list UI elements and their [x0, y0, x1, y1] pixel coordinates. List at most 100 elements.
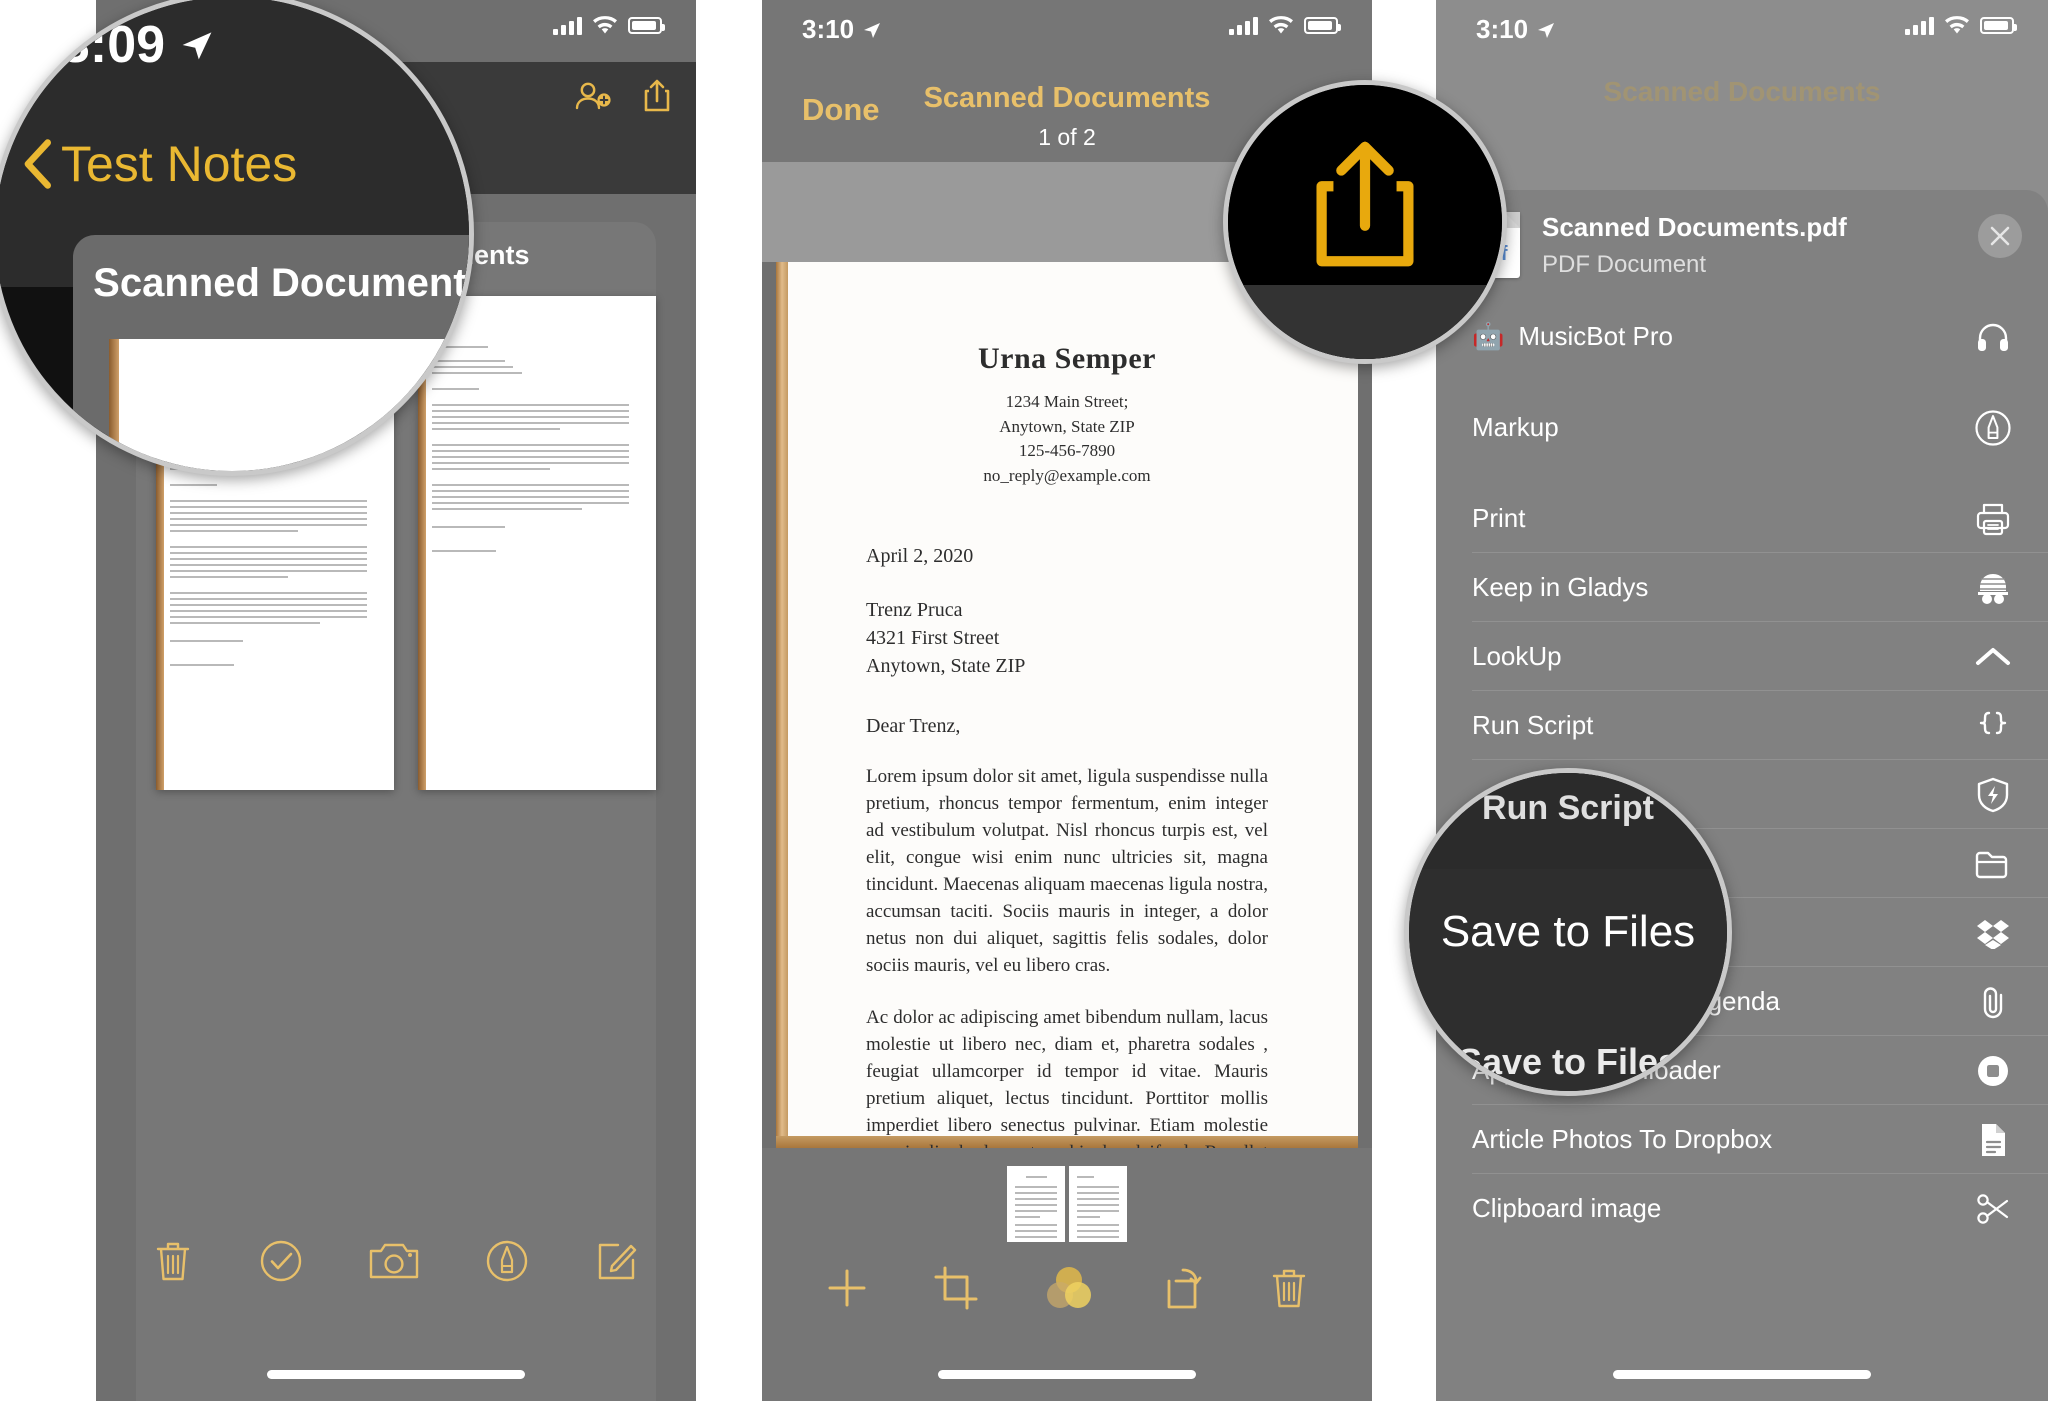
braces-icon: [1970, 703, 2016, 749]
share-icon[interactable]: [1305, 135, 1425, 277]
home-indicator: [1613, 1370, 1871, 1379]
address-line: Anytown, State ZIP: [866, 655, 1026, 678]
markup-pen-icon[interactable]: [484, 1238, 530, 1284]
share-row-label: Article Photos To Dropbox: [1472, 1124, 1773, 1154]
share-row-print[interactable]: Print: [1436, 484, 2048, 553]
magnified-ghost-row-top: Run Script: [1482, 789, 1654, 827]
filmstrip-page[interactable]: [1007, 1166, 1065, 1242]
status-indicators-1: [553, 16, 665, 35]
magnified-card: Scanned Documents: [73, 235, 469, 471]
share-row-label: MusicBot Pro: [1518, 321, 1673, 351]
headphones-icon: [1970, 314, 2016, 360]
battery-icon: [1980, 17, 2017, 34]
share-row-label: Keep in Gladys: [1472, 572, 1649, 602]
magnified-status-time: 3:09: [61, 15, 215, 75]
dimmed-nav-title: Scanned Documents: [1603, 76, 1881, 107]
share-row-label: Markup: [1472, 412, 1559, 442]
letter-paragraph: Lorem ipsum dolor sit amet, ligula suspe…: [866, 765, 1268, 976]
share-sheet-header: pdf Scanned Documents.pdf PDF Document: [1436, 190, 2048, 302]
document-icon: [1970, 1117, 2016, 1163]
magnified-save-to-files-label[interactable]: Save to Files: [1409, 907, 1727, 957]
plus-icon[interactable]: [824, 1265, 870, 1311]
share-row-article-photos-to-dropbox[interactable]: Article Photos To Dropbox: [1436, 1105, 2048, 1174]
location-arrow-icon: [179, 27, 215, 63]
rotate-icon[interactable]: [1159, 1265, 1205, 1311]
address-line: Trenz Pruca: [866, 598, 963, 621]
screenshot-stage: 3:09 Test Notes: [0, 0, 2048, 1401]
share-icon[interactable]: [642, 78, 672, 114]
share-row-musicbot-pro[interactable]: 🤖 MusicBot Pro: [1436, 302, 2048, 371]
magnified-scan-thumbnail: [109, 339, 469, 471]
stop-circle-icon: [1970, 1048, 2016, 1094]
magnified-dark-strip: [1228, 285, 1502, 359]
share-row-lookup[interactable]: LookUp: [1436, 622, 2048, 691]
letter-recipient-address: Trenz Pruca 4321 First Street Anytown, S…: [866, 596, 1268, 681]
chevron-up-icon: [1970, 634, 2016, 680]
gladys-icon: [1970, 565, 2016, 611]
cellular-bars-icon: [1229, 16, 1258, 35]
letterhead-name: Urna Semper: [978, 342, 1156, 375]
wifi-icon: [1268, 16, 1294, 35]
letterhead-line: 1234 Main Street;: [1005, 392, 1129, 411]
magnifier-callout-test-notes: 3:09 Test Notes Scanned Documents: [0, 0, 474, 476]
magnifier-callout-share-button: [1223, 80, 1507, 364]
share-row-label: Print: [1472, 503, 1526, 533]
share-row-run-script[interactable]: Run Script: [1436, 691, 2048, 760]
letter-greeting: Dear Trenz,: [866, 714, 961, 737]
status-time-3: 3:10: [1476, 14, 1556, 45]
location-arrow-icon: [1536, 20, 1556, 40]
dropbox-icon: [1970, 910, 2016, 956]
magnified-back-label: Test Notes: [61, 136, 298, 192]
cellular-bars-icon: [1905, 16, 1934, 35]
wifi-icon: [1944, 16, 1970, 35]
share-row-keep-in-gladys[interactable]: Keep in Gladys: [1436, 553, 2048, 622]
trash-icon[interactable]: [152, 1238, 194, 1284]
share-row-markup[interactable]: Markup: [1436, 393, 2048, 462]
paperclip-icon: [1970, 979, 2016, 1025]
scan-edit-toolbar: [762, 1248, 1372, 1328]
status-bar-3: 3:10: [1436, 0, 2048, 62]
status-time-label: 3:10: [1476, 14, 1529, 44]
letterhead-line: 125-456-7890: [1018, 441, 1116, 461]
share-file-type: PDF Document: [1542, 251, 1707, 278]
panel2-bottom-bar: [762, 1148, 1372, 1401]
trash-icon[interactable]: [1268, 1265, 1310, 1311]
add-person-icon[interactable]: [574, 81, 612, 111]
close-icon[interactable]: [1978, 214, 2022, 258]
status-time-label: 3:10: [802, 14, 855, 44]
cellular-bars-icon: [553, 16, 582, 35]
filmstrip-page[interactable]: [1069, 1166, 1127, 1242]
magnified-time-label: 3:09: [61, 16, 166, 74]
status-time-2: 3:10: [802, 14, 882, 45]
chevron-left-icon: [23, 139, 51, 189]
share-row-clipboard-image[interactable]: Clipboard image: [1436, 1174, 2048, 1243]
markup-pen-icon: [1970, 405, 2016, 451]
filters-icon[interactable]: [1042, 1264, 1096, 1312]
battery-icon: [628, 17, 665, 34]
page-filmstrip: [1007, 1166, 1127, 1242]
camera-icon[interactable]: [368, 1239, 420, 1283]
letter-document: Urna Semper 1234 Main Street; Anytown, S…: [776, 262, 1358, 1148]
printer-icon: [1970, 496, 2016, 542]
letter-date: April 2, 2020: [866, 544, 974, 567]
check-circle-icon[interactable]: [258, 1238, 304, 1284]
letter-paragraph: Ac dolor ac adipiscing amet bibendum nul…: [866, 1007, 1268, 1148]
status-indicators-2: [1229, 16, 1341, 35]
notes-bottom-toolbar: [96, 1221, 696, 1301]
compose-icon[interactable]: [594, 1238, 640, 1284]
page-edge-decoration: [109, 339, 119, 471]
scanned-page-preview[interactable]: Urna Semper 1234 Main Street; Anytown, S…: [776, 262, 1358, 1148]
address-line: 4321 First Street: [866, 626, 1000, 649]
crop-icon[interactable]: [933, 1265, 979, 1311]
magnified-back-button[interactable]: Test Notes: [23, 135, 297, 193]
share-sheet-file-meta: Scanned Documents.pdf PDF Document: [1542, 212, 1847, 302]
magnified-ghost-row-bottom: Save to Files: [1457, 1041, 1679, 1082]
shield-bolt-icon: [1970, 772, 2016, 818]
share-row-label: Clipboard image: [1472, 1193, 1662, 1223]
letterhead-line: no_reply@example.com: [983, 465, 1151, 485]
letterhead-line: Anytown, State ZIP: [999, 416, 1135, 436]
folder-icon: [1970, 841, 2016, 887]
phone-panel-share-sheet: 3:10 Scanned Documents pdf Scanne: [1436, 0, 2048, 1401]
